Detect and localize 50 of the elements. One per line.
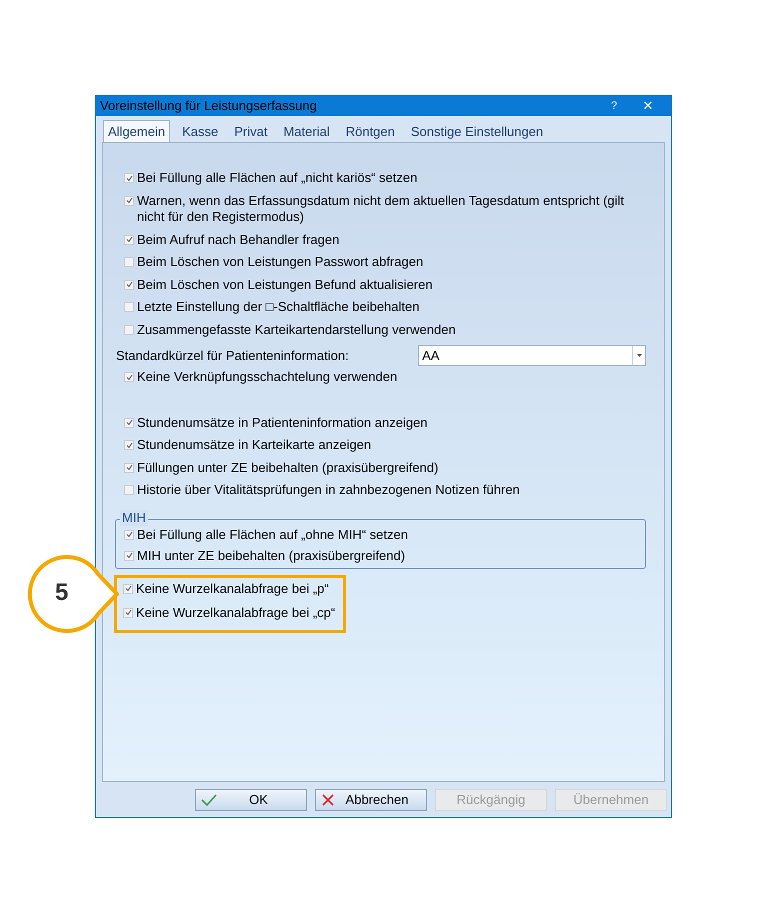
checkbox[interactable] [124,372,134,382]
checkbox[interactable] [124,550,134,560]
checkbox[interactable] [124,196,134,206]
close-button[interactable]: ✕ [629,96,667,116]
checkbox[interactable] [124,530,134,540]
help-button[interactable]: ? [599,98,629,114]
checkbox-label: Keine Wurzelkanalabfrage bei „p“ [136,580,329,596]
checkbox-label: Beim Löschen von Leistungen Befund aktualisieren [137,276,433,292]
checkbox-label: Keine Verknüpfungsschachtelung verwenden [137,369,398,385]
checkbox-label: MIH unter ZE beibehalten (praxisübergreifend) [137,548,406,564]
checkbox[interactable] [124,173,134,183]
checkbox[interactable] [124,302,134,312]
checkbox[interactable] [124,324,134,334]
checkbox[interactable] [124,280,134,290]
checkbox-label: Warnen, wenn das Erfassungsdatum nicht dem aktuellen Tagesdatum entspricht (gilt nicht für den Registermodus) [137,192,626,224]
checkbox[interactable] [123,608,133,618]
checkbox[interactable] [124,462,134,472]
checkbox[interactable] [124,257,134,267]
dialog-button[interactable]: OK [195,788,307,810]
close-icon [322,794,334,806]
checkbox[interactable] [124,234,134,244]
checkbox-label: Zusammengefasste Karteikartendarstellung verwenden [137,322,456,338]
checkbox-label: Bei Füllung alle Flächen auf „nicht kariös“ setzen [137,170,418,186]
callout-number: 5 [55,579,68,607]
checkbox-label: Füllungen unter ZE beibehalten (praxisübergreifend) [137,460,438,476]
checkmark-icon [201,794,217,806]
tab[interactable]: Röntgen [342,122,399,142]
group-title: MIH [120,510,148,526]
tab[interactable]: Material [279,122,334,142]
checkbox-label: Beim Aufruf nach Behandler fragen [137,232,340,248]
checkbox-label: Keine Wurzelkanalabfrage bei „cp“ [136,604,336,620]
checkbox[interactable] [124,440,134,450]
checkbox-label: Beim Löschen von Leistungen Passwort abfragen [137,254,424,270]
checkbox-label: Historie über Vitalitätsprüfungen in zahnbezogenen Notizen führen [137,482,520,498]
dropdown-field[interactable]: AA [418,345,646,366]
checkbox[interactable] [124,418,134,428]
window-title: Voreinstellung für Leistungserfassung [100,97,318,116]
checkbox-label: Bei Füllung alle Flächen auf „ohne MIH“ setzen [137,526,408,542]
tab[interactable]: Kasse [178,122,222,142]
checkbox-label: Letzte Einstellung der □-Schaltfläche beibehalten [137,299,420,315]
checkbox-label: Stundenumsätze in Karteikarte anzeigen [137,437,372,453]
checkbox[interactable] [123,584,133,594]
dialog-button[interactable]: Abbrechen [315,788,427,810]
tab[interactable]: Allgemein [103,120,170,142]
checkbox[interactable] [124,485,134,495]
dropdown-arrow-icon[interactable] [632,346,645,365]
field-label: Standardkürzel für Patienteninformation: [116,346,350,365]
tab[interactable]: Privat [230,122,272,142]
tab[interactable]: Sonstige Einstellungen [406,122,548,142]
checkbox-label: Stundenumsätze in Patienteninformation anzeigen [137,414,428,430]
